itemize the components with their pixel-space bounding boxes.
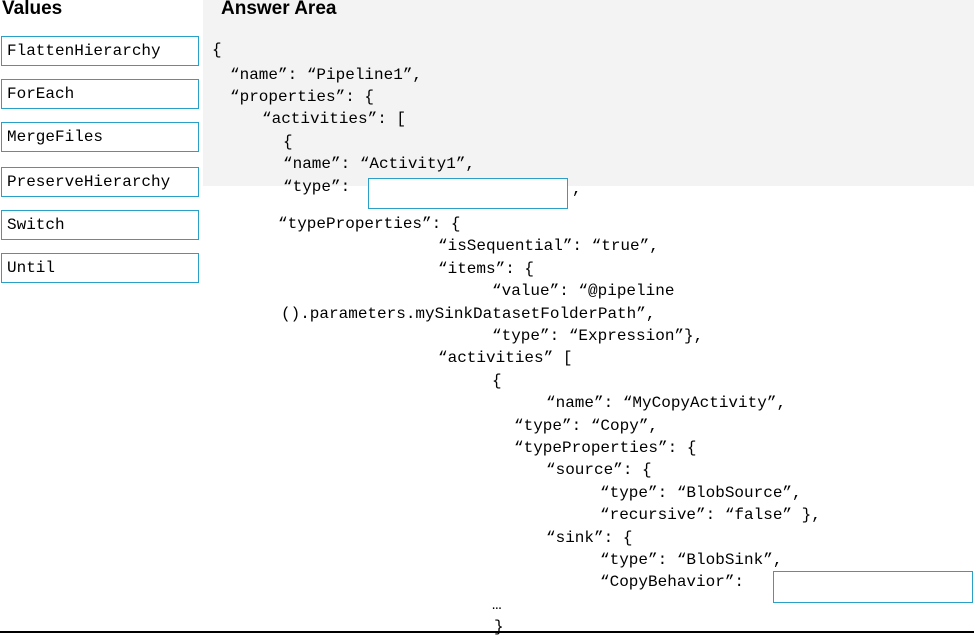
code-line: … (492, 596, 502, 614)
value-mergefiles[interactable]: MergeFiles (1, 122, 199, 152)
code-line: { (492, 372, 502, 390)
code-line: “isSequential”: “true”, (438, 237, 659, 255)
code-line: “name”: “MyCopyActivity”, (546, 394, 787, 412)
value-foreach[interactable]: ForEach (1, 79, 199, 109)
code-line: “type”: (283, 178, 351, 196)
code-line: ().parameters.mySinkDatasetFolderPath”, (281, 305, 656, 323)
code-line: “type”: “Expression”}, (492, 327, 704, 345)
code-line: “typeProperties”: { (278, 215, 461, 233)
values-heading: Values (2, 0, 63, 19)
value-flattenhierarchy[interactable]: FlattenHierarchy (1, 36, 199, 66)
code-line: “name”: “Pipeline1”, (230, 66, 423, 84)
code-line: “source”: { (546, 461, 652, 479)
code-line: “activities” [ (438, 349, 573, 367)
code-line: “activities”: [ (262, 110, 407, 128)
code-line: “sink”: { (546, 529, 633, 547)
code-line: “CopyBehavior”: (600, 573, 745, 591)
value-preservehierarchy[interactable]: PreserveHierarchy (1, 167, 199, 197)
code-line: “recursive”: “false” }, (600, 506, 821, 524)
code-line: “typeProperties”: { (514, 439, 697, 457)
code-line: “type”: “Copy”, (514, 417, 659, 435)
code-line: , (572, 180, 582, 198)
code-line: “type”: “BlobSource”, (600, 484, 802, 502)
code-line: { (283, 133, 293, 151)
copy-behavior-drop-target[interactable] (773, 571, 973, 603)
value-switch[interactable]: Switch (1, 210, 199, 240)
code-line: “name”: “Activity1”, (283, 155, 476, 173)
value-until[interactable]: Until (1, 253, 199, 283)
code-line: “value”: “@pipeline (492, 282, 675, 300)
code-line: “properties”: { (230, 88, 375, 106)
code-line: “type”: “BlobSink”, (600, 551, 783, 569)
activity-type-drop-target[interactable] (368, 178, 568, 209)
answer-area-heading: Answer Area (221, 0, 337, 19)
code-line: “items”: { (438, 260, 535, 278)
code-line: { (212, 41, 222, 59)
code-line: } (494, 618, 504, 636)
